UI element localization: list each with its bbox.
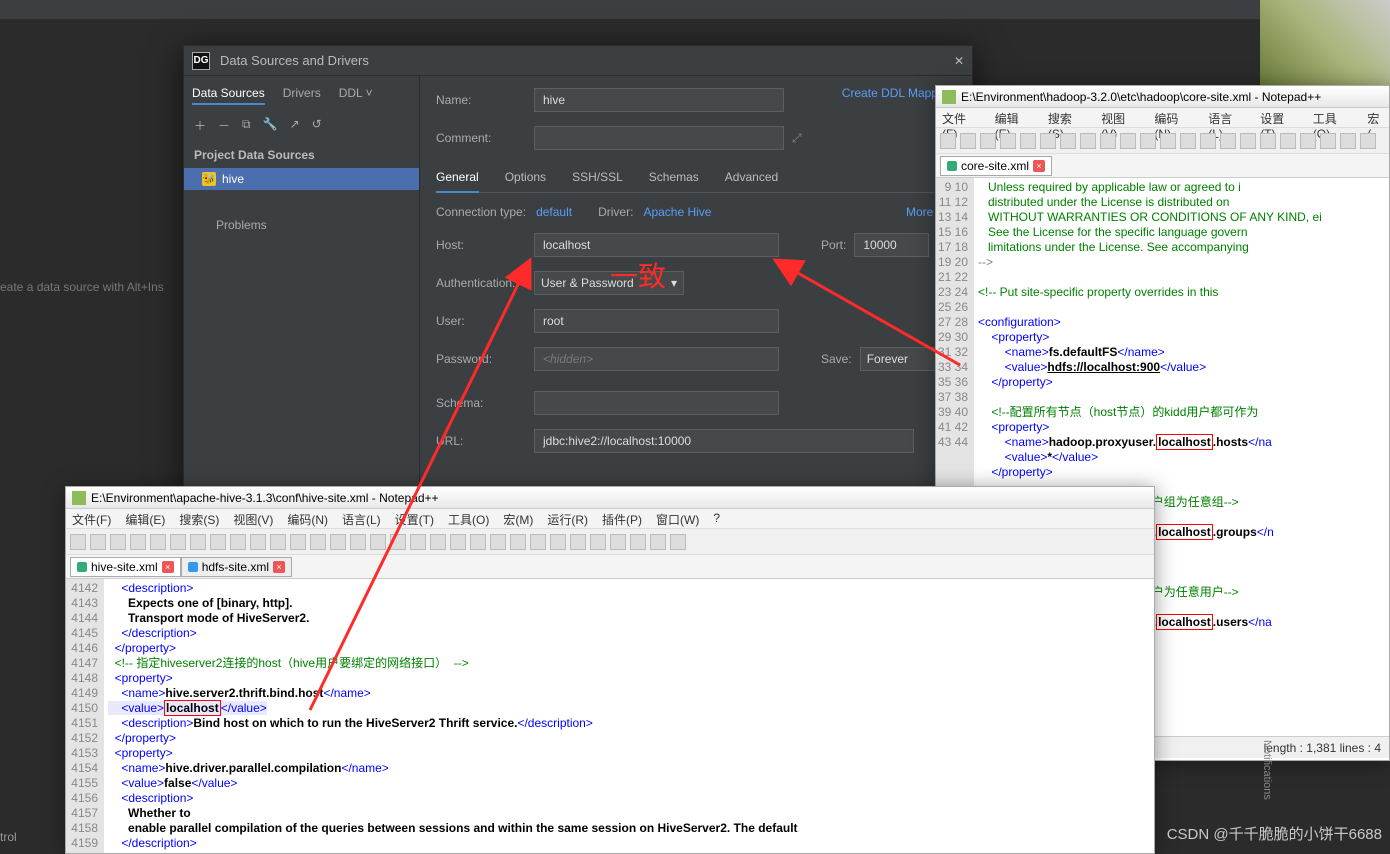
export-icon[interactable]: ↗ xyxy=(290,117,300,134)
menu-view[interactable]: 视图(V) xyxy=(1101,110,1140,125)
tab-schemas[interactable]: Schemas xyxy=(649,170,699,184)
menu-plugins[interactable]: 插件(P) xyxy=(602,511,642,526)
comment-input[interactable] xyxy=(534,126,784,150)
menu-tools[interactable]: 工具(O) xyxy=(1313,110,1354,125)
auth-label: Authentication: xyxy=(436,276,526,290)
dialog-title: Data Sources and Drivers xyxy=(220,53,954,68)
tab-drivers[interactable]: Drivers xyxy=(283,86,321,105)
menu-search[interactable]: 搜索(S) xyxy=(1048,110,1087,125)
menu-encoding[interactable]: 编码(N) xyxy=(1154,110,1194,125)
conn-type-label: Connection type: xyxy=(436,205,526,219)
menu-macro[interactable]: 宏(M) xyxy=(503,511,533,526)
menu-edit[interactable]: 编辑(E) xyxy=(125,511,165,526)
driver-value[interactable]: Apache Hive xyxy=(643,205,711,219)
menu-window[interactable]: 窗口(W) xyxy=(656,511,699,526)
npp-icon xyxy=(72,491,86,505)
arrow-icon[interactable]: ↺ xyxy=(312,117,322,134)
hive-icon: 🐝 xyxy=(202,172,216,186)
tab-advanced[interactable]: Advanced xyxy=(725,170,778,184)
trol-fragment: trol xyxy=(0,830,17,844)
menu-file[interactable]: 文件(F) xyxy=(942,110,981,125)
name-input[interactable] xyxy=(534,88,784,112)
menu-settings[interactable]: 设置(T) xyxy=(395,511,434,526)
datasource-label: hive xyxy=(222,172,244,186)
comment-label: Comment: xyxy=(436,131,526,145)
datasource-item-hive[interactable]: 🐝 hive xyxy=(184,168,419,190)
code-area[interactable]: <description> Expects one of [binary, ht… xyxy=(104,579,1154,853)
menu-settings[interactable]: 设置(T) xyxy=(1260,110,1299,125)
npp-toolbar[interactable] xyxy=(66,529,1154,555)
password-label: Password: xyxy=(436,352,526,366)
dg-logo: DG xyxy=(192,52,210,70)
port-input[interactable] xyxy=(854,233,929,257)
menu-view[interactable]: 视图(V) xyxy=(233,511,273,526)
chevron-down-icon: ▾ xyxy=(671,276,677,290)
gutter: 4142 4143 4144 4145 4146 4147 4148 4149 … xyxy=(66,579,104,853)
host-label: Host: xyxy=(436,238,526,252)
menu-tools[interactable]: 工具(O) xyxy=(448,511,489,526)
npp-menubar[interactable]: 文件(F) 编辑(E) 搜索(S) 视图(V) 编码(N) 语言(L) 设置(T… xyxy=(936,108,1389,128)
tab-general[interactable]: General xyxy=(436,170,479,193)
disk-icon xyxy=(188,562,198,572)
schema-input[interactable] xyxy=(534,391,779,415)
main-panel: Create DDL Mapping Name: Comment: ⤢ Gene… xyxy=(420,76,972,524)
watermark: CSDN @千千脆脆的小饼干6688 xyxy=(1167,823,1382,844)
ide-hint: eate a data source with Alt+Ins xyxy=(0,280,164,294)
npp-menubar[interactable]: 文件(F) 编辑(E) 搜索(S) 视图(V) 编码(N) 语言(L) 设置(T… xyxy=(66,509,1154,529)
url-input[interactable] xyxy=(534,429,914,453)
port-label: Port: xyxy=(821,238,846,252)
npp-toolbar[interactable] xyxy=(936,128,1389,154)
annotation-label: 一致 xyxy=(610,255,666,295)
driver-label: Driver: xyxy=(598,205,633,219)
menu-language[interactable]: 语言(L) xyxy=(342,511,381,526)
menu-edit[interactable]: 编辑(E) xyxy=(995,110,1034,125)
disk-icon xyxy=(947,161,957,171)
host-input[interactable] xyxy=(534,233,779,257)
photo-fragment xyxy=(1260,0,1390,85)
tab-sshssl[interactable]: SSH/SSL xyxy=(572,170,623,184)
section-label: Project Data Sources xyxy=(184,138,419,168)
problems-link[interactable]: Problems xyxy=(184,212,419,238)
remove-icon[interactable]: － xyxy=(218,117,230,134)
npp-title: E:\Environment\hadoop-3.2.0\etc\hadoop\c… xyxy=(961,90,1321,104)
menu-help[interactable]: ? xyxy=(713,511,720,526)
close-tab-icon[interactable]: × xyxy=(162,561,174,573)
status-length: length : 1,381 lines : 4 xyxy=(1264,741,1381,755)
expand-icon[interactable]: ⤢ xyxy=(792,131,802,146)
tab-options[interactable]: Options xyxy=(505,170,546,184)
menu-encoding[interactable]: 编码(N) xyxy=(287,511,328,526)
copy-icon[interactable]: ⧉ xyxy=(242,117,251,134)
close-tab-icon[interactable]: × xyxy=(1033,160,1045,172)
file-tab-hdfs[interactable]: hdfs-site.xml× xyxy=(181,557,292,577)
add-icon[interactable]: ＋ xyxy=(194,117,206,134)
conn-type-value[interactable]: default xyxy=(536,205,572,219)
menu-language[interactable]: 语言(L) xyxy=(1208,110,1246,125)
npp-title: E:\Environment\apache-hive-3.1.3\conf\hi… xyxy=(91,491,439,505)
notifications-tab[interactable]: Notifications xyxy=(1261,740,1273,800)
npp-icon xyxy=(942,90,956,104)
save-label: Save: xyxy=(821,352,852,366)
menu-file[interactable]: 文件(F) xyxy=(72,511,111,526)
close-icon[interactable]: ✕ xyxy=(954,54,964,68)
datasources-dialog: DG Data Sources and Drivers ✕ Data Sourc… xyxy=(183,45,973,525)
save-select[interactable]: Forever xyxy=(860,347,940,371)
notepad-hive-site: E:\Environment\apache-hive-3.1.3\conf\hi… xyxy=(65,486,1155,854)
file-tab-hive[interactable]: hive-site.xml× xyxy=(70,557,181,577)
tab-ddl[interactable]: DDL ˅ xyxy=(339,86,373,105)
user-input[interactable] xyxy=(534,309,779,333)
password-input[interactable]: <hidden> xyxy=(534,347,779,371)
url-label: URL: xyxy=(436,434,526,448)
disk-icon xyxy=(77,562,87,572)
menu-search[interactable]: 搜索(S) xyxy=(179,511,219,526)
wrench-icon[interactable]: 🔧 xyxy=(263,117,278,134)
schema-label: Schema: xyxy=(436,396,526,410)
name-label: Name: xyxy=(436,93,526,107)
file-tab[interactable]: core-site.xml× xyxy=(940,156,1052,176)
menu-run[interactable]: 运行(R) xyxy=(547,511,588,526)
tab-datasources[interactable]: Data Sources xyxy=(192,86,265,105)
user-label: User: xyxy=(436,314,526,328)
sidebar: Data Sources Drivers DDL ˅ ＋ － ⧉ 🔧 ↗ ↺ P… xyxy=(184,76,420,524)
close-tab-icon[interactable]: × xyxy=(273,561,285,573)
menu-macro[interactable]: 宏( xyxy=(1367,110,1383,125)
